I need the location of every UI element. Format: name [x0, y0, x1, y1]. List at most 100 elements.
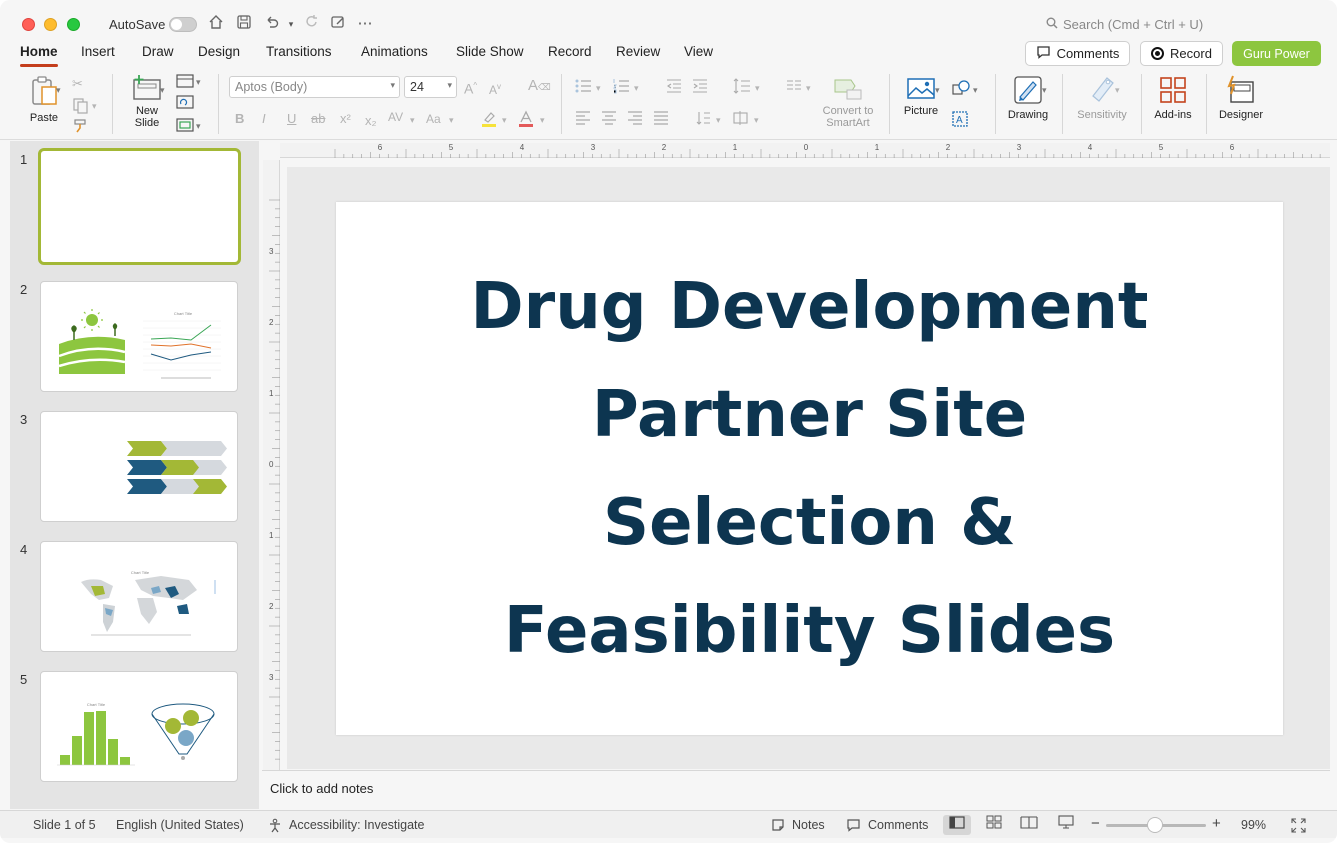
- increase-font-size-icon[interactable]: A^: [464, 78, 477, 97]
- picture-dropdown-icon[interactable]: ▾: [935, 82, 940, 98]
- reset-slide-icon[interactable]: [176, 95, 194, 113]
- zoom-slider-handle[interactable]: [1147, 817, 1163, 833]
- undo-icon[interactable]: [262, 14, 282, 34]
- slide-thumbnail-2[interactable]: Chart Title: [40, 281, 238, 392]
- paste-dropdown-icon[interactable]: ▾: [56, 82, 61, 98]
- change-case-dropdown-icon[interactable]: ▾: [449, 112, 454, 128]
- guru-power-button[interactable]: Guru Power: [1232, 41, 1321, 66]
- slide-title[interactable]: Drug Development Partner Site Selection …: [400, 253, 1220, 685]
- minimize-window-button[interactable]: [44, 18, 57, 31]
- align-right-icon[interactable]: [627, 111, 643, 129]
- text-direction-dropdown-icon[interactable]: ▾: [716, 112, 721, 128]
- numbering-icon[interactable]: [612, 78, 630, 98]
- font-color-icon[interactable]: [517, 110, 535, 132]
- decrease-indent-icon[interactable]: [666, 78, 682, 98]
- sensitivity-button[interactable]: Sensitivity: [1072, 74, 1132, 121]
- slide-thumbnail-5[interactable]: Chart Title: [40, 671, 238, 782]
- notes-pane[interactable]: Click to add notes: [262, 770, 1330, 806]
- bold-icon[interactable]: B: [235, 111, 244, 127]
- align-text-dropdown-icon[interactable]: ▾: [754, 112, 759, 128]
- columns-dropdown-icon[interactable]: ▾: [806, 80, 811, 96]
- character-spacing-dropdown-icon[interactable]: ▾: [410, 112, 415, 128]
- normal-view-button[interactable]: [943, 815, 971, 835]
- slide-thumbnail-1[interactable]: [38, 148, 241, 265]
- highlight-dropdown-icon[interactable]: ▾: [502, 112, 507, 128]
- tab-slide-show[interactable]: Slide Show: [456, 44, 524, 59]
- line-spacing-icon[interactable]: [733, 78, 751, 98]
- sensitivity-dropdown-icon[interactable]: ▾: [1115, 82, 1120, 98]
- search-bar[interactable]: Search (Cmd + Ctrl + U): [1046, 17, 1203, 32]
- slide-show-view-button[interactable]: [1052, 815, 1080, 835]
- zoom-in-icon[interactable]: +: [1212, 815, 1221, 832]
- copy-icon[interactable]: [72, 98, 90, 118]
- strikethrough-icon[interactable]: ab: [311, 111, 325, 127]
- zoom-level[interactable]: 99%: [1241, 818, 1266, 832]
- bullets-icon[interactable]: [574, 78, 592, 98]
- tab-home[interactable]: Home: [20, 44, 58, 67]
- font-name-select[interactable]: Aptos (Body) ▾: [229, 76, 400, 98]
- record-button[interactable]: Record: [1140, 41, 1223, 66]
- notes-icon[interactable]: [771, 818, 785, 835]
- justify-icon[interactable]: [653, 111, 669, 129]
- shapes-icon[interactable]: [951, 79, 971, 101]
- tab-transitions[interactable]: Transitions: [266, 44, 332, 59]
- layout-icon[interactable]: [176, 74, 194, 92]
- underline-icon[interactable]: U: [287, 111, 296, 127]
- change-case-icon[interactable]: Aa: [426, 111, 441, 127]
- text-box-icon[interactable]: A: [951, 110, 969, 132]
- slide-thumbnail-4[interactable]: Chart Title: [40, 541, 238, 652]
- present-icon[interactable]: [328, 14, 348, 34]
- numbering-dropdown-icon[interactable]: ▾: [634, 80, 639, 96]
- slide-thumbnail-3[interactable]: [40, 411, 238, 522]
- text-direction-icon[interactable]: [695, 110, 711, 130]
- decrease-font-size-icon[interactable]: Av: [489, 79, 501, 98]
- align-text-icon[interactable]: [732, 110, 750, 130]
- tab-design[interactable]: Design: [198, 44, 240, 59]
- format-painter-icon[interactable]: [72, 118, 88, 138]
- more-icon[interactable]: ⋯: [355, 14, 375, 34]
- slide-sorter-view-button[interactable]: [980, 815, 1008, 835]
- reading-view-button[interactable]: [1015, 815, 1043, 835]
- comments-toggle-button[interactable]: Comments: [868, 818, 928, 832]
- designer-button[interactable]: Designer: [1215, 74, 1267, 121]
- drawing-dropdown-icon[interactable]: ▾: [1042, 82, 1047, 98]
- tab-review[interactable]: Review: [616, 44, 660, 59]
- font-size-select[interactable]: 24 ▾: [404, 76, 457, 98]
- bullets-dropdown-icon[interactable]: ▾: [596, 80, 601, 96]
- zoom-out-icon[interactable]: −: [1091, 815, 1100, 832]
- character-spacing-icon[interactable]: AV: [388, 109, 403, 125]
- accessibility-icon[interactable]: [268, 818, 283, 836]
- save-icon[interactable]: [234, 14, 254, 34]
- section-dropdown-icon[interactable]: ▾: [196, 118, 201, 134]
- highlight-icon[interactable]: [480, 110, 498, 132]
- tab-view[interactable]: View: [684, 44, 713, 59]
- subscript-icon[interactable]: x₂: [365, 113, 377, 129]
- tab-draw[interactable]: Draw: [142, 44, 174, 59]
- language-indicator[interactable]: English (United States): [116, 818, 244, 832]
- font-color-dropdown-icon[interactable]: ▾: [540, 112, 545, 128]
- current-slide[interactable]: Drug Development Partner Site Selection …: [336, 202, 1283, 735]
- notes-toggle-button[interactable]: Notes: [792, 818, 825, 832]
- shapes-dropdown-icon[interactable]: ▾: [973, 82, 978, 98]
- new-slide-dropdown-icon[interactable]: ▾: [160, 82, 165, 98]
- align-center-icon[interactable]: [601, 111, 617, 129]
- section-icon[interactable]: [176, 118, 194, 136]
- copy-dropdown-icon[interactable]: ▾: [92, 98, 97, 114]
- home-icon[interactable]: [206, 14, 226, 34]
- undo-dropdown-icon[interactable]: ▾: [281, 14, 301, 34]
- tab-record[interactable]: Record: [548, 44, 592, 59]
- align-left-icon[interactable]: [575, 111, 591, 129]
- accessibility-status[interactable]: Accessibility: Investigate: [289, 818, 424, 832]
- line-spacing-dropdown-icon[interactable]: ▾: [755, 80, 760, 96]
- superscript-icon[interactable]: x²: [340, 111, 351, 127]
- comments-button[interactable]: Comments: [1025, 41, 1130, 66]
- tab-animations[interactable]: Animations: [361, 44, 428, 59]
- zoom-window-button[interactable]: [67, 18, 80, 31]
- fit-to-window-icon[interactable]: [1291, 818, 1306, 836]
- clear-formatting-icon[interactable]: A⌫: [528, 78, 551, 95]
- layout-dropdown-icon[interactable]: ▾: [196, 74, 201, 90]
- increase-indent-icon[interactable]: [692, 78, 708, 98]
- italic-icon[interactable]: I: [262, 111, 266, 127]
- close-window-button[interactable]: [22, 18, 35, 31]
- autosave-toggle[interactable]: [169, 17, 197, 32]
